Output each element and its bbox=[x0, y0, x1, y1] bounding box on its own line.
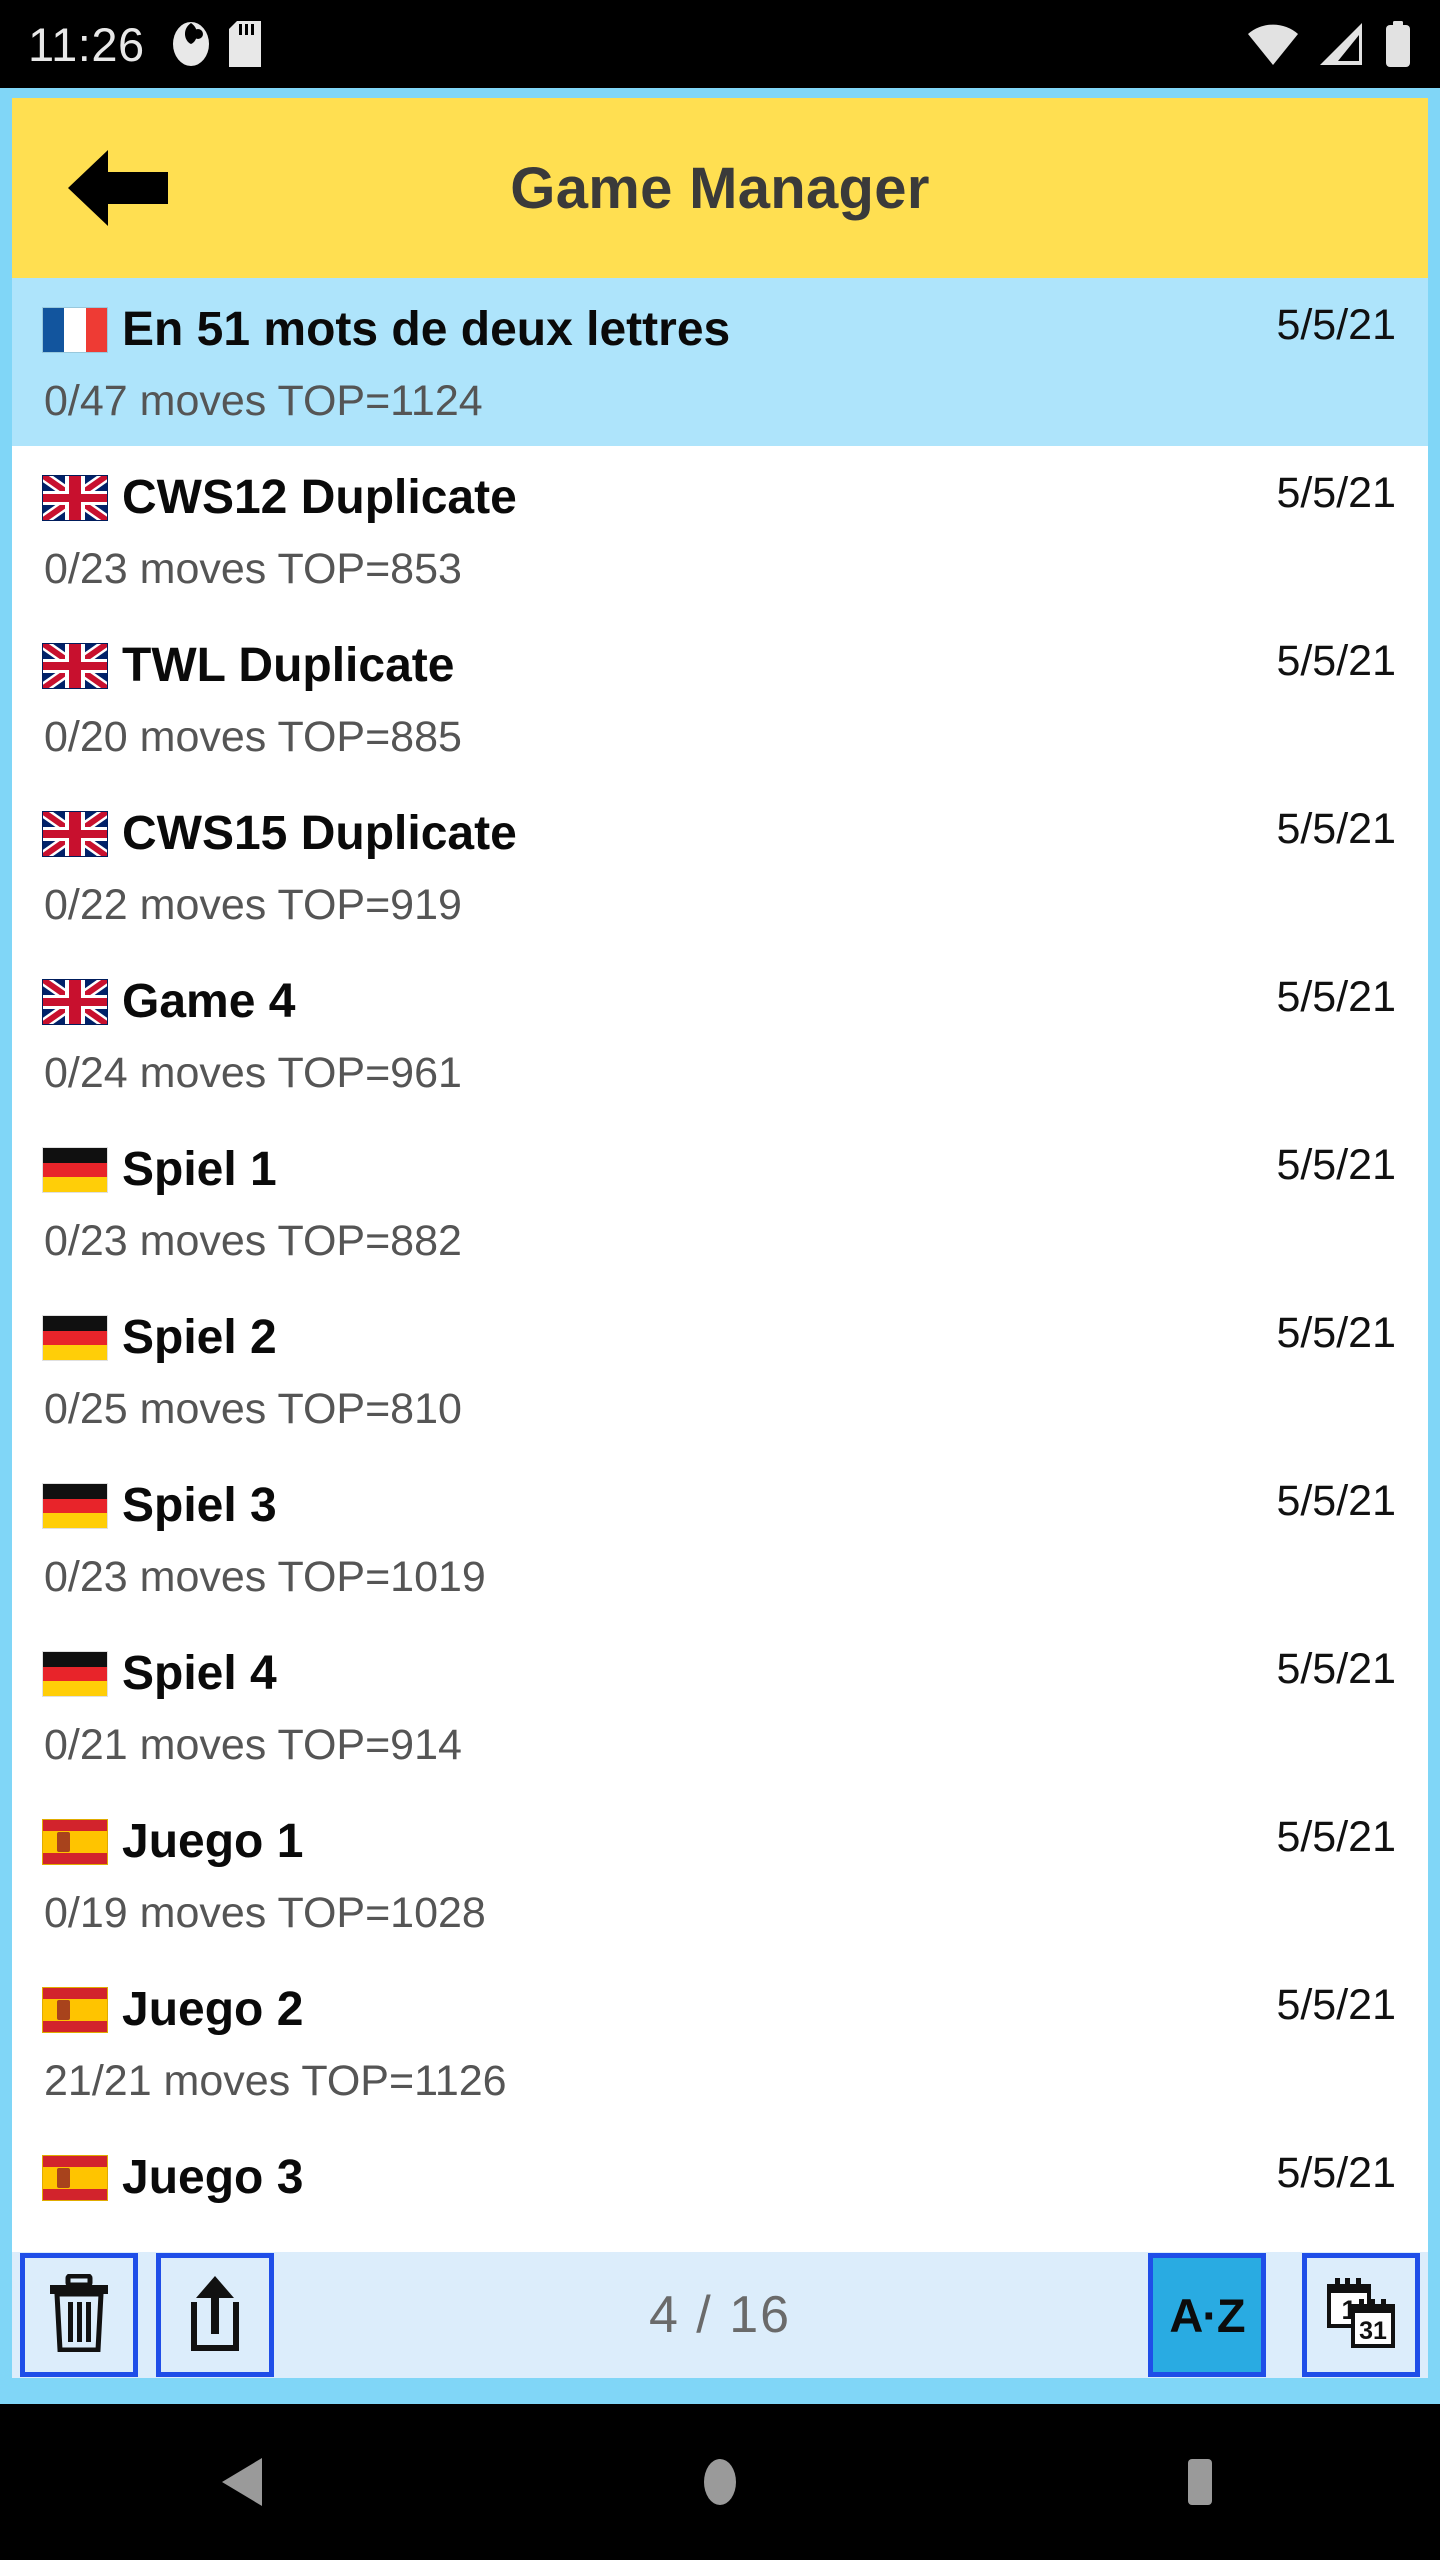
game-row-top: Spiel 3 bbox=[42, 1470, 1398, 1542]
share-button[interactable] bbox=[156, 2253, 274, 2377]
game-title: Game 4 bbox=[122, 975, 296, 1028]
nav-home-circle-icon[interactable] bbox=[696, 2456, 744, 2508]
flag-germany-icon bbox=[42, 1147, 108, 1193]
game-title: Spiel 3 bbox=[122, 1479, 277, 1532]
sort-alpha-button[interactable]: A·Z bbox=[1148, 2253, 1266, 2377]
game-row-top: Juego 2 bbox=[42, 1974, 1398, 2046]
flag-germany-icon bbox=[42, 1651, 108, 1697]
game-list-item[interactable]: En 51 mots de deux lettres 5/5/21 0/47 mov… bbox=[12, 278, 1428, 446]
game-list[interactable]: En 51 mots de deux lettres 5/5/21 0/47 mov… bbox=[12, 278, 1428, 2311]
game-list-item[interactable]: Game 4 5/5/21 0/24 moves TOP=961 bbox=[12, 950, 1428, 1118]
game-date: 5/5/21 bbox=[1276, 2149, 1396, 2197]
sd-card-icon bbox=[228, 21, 261, 67]
game-list-item[interactable]: Juego 2 5/5/21 21/21 moves TOP=1126 bbox=[12, 1958, 1428, 2126]
app-header: Game Manager bbox=[12, 98, 1428, 278]
game-title: Spiel 2 bbox=[122, 1311, 277, 1364]
game-subtitle: 0/23 moves TOP=1019 bbox=[44, 1553, 486, 1601]
game-date: 5/5/21 bbox=[1276, 469, 1396, 517]
game-subtitle: 0/20 moves TOP=885 bbox=[44, 713, 462, 761]
game-date: 5/5/21 bbox=[1276, 805, 1396, 853]
flag-uk-icon bbox=[42, 811, 108, 857]
flag-germany-icon bbox=[42, 1315, 108, 1361]
game-subtitle: 0/47 moves TOP=1124 bbox=[44, 377, 483, 425]
game-subtitle: 0/24 moves TOP=961 bbox=[44, 1049, 462, 1097]
game-list-item[interactable]: Spiel 1 5/5/21 0/23 moves TOP=882 bbox=[12, 1118, 1428, 1286]
game-date: 5/5/21 bbox=[1276, 1309, 1396, 1357]
flag-france-icon bbox=[42, 307, 108, 353]
calendar-icon: 1 31 bbox=[1325, 2276, 1397, 2355]
status-clock: 11:26 bbox=[28, 17, 145, 71]
android-nav-bar bbox=[0, 2404, 1440, 2560]
game-subtitle: 0/22 moves TOP=919 bbox=[44, 881, 462, 929]
game-date: 5/5/21 bbox=[1276, 1477, 1396, 1525]
status-bar: 11:26 bbox=[0, 0, 1440, 88]
app-frame: Game Manager En 51 mots de deux lettres 5… bbox=[0, 88, 1440, 2404]
game-date: 5/5/21 bbox=[1276, 1813, 1396, 1861]
flag-uk-icon bbox=[42, 979, 108, 1025]
share-icon bbox=[184, 2274, 246, 2357]
flag-spain-icon bbox=[42, 2155, 108, 2201]
game-row-top: Spiel 4 bbox=[42, 1638, 1398, 1710]
game-list-item[interactable]: Spiel 3 5/5/21 0/23 moves TOP=1019 bbox=[12, 1454, 1428, 1622]
game-row-top: CWS15 Duplicate bbox=[42, 798, 1398, 870]
page-title: Game Manager bbox=[510, 155, 930, 221]
trash-icon bbox=[48, 2273, 110, 2357]
app-notification-icon bbox=[171, 21, 211, 67]
battery-icon bbox=[1384, 21, 1412, 67]
game-title: Spiel 1 bbox=[122, 1143, 277, 1196]
flag-spain-icon bbox=[42, 1987, 108, 2033]
game-date: 5/5/21 bbox=[1276, 1981, 1396, 2029]
delete-button[interactable] bbox=[20, 2253, 138, 2377]
game-row-top: CWS12 Duplicate bbox=[42, 462, 1398, 534]
flag-uk-icon bbox=[42, 475, 108, 521]
wifi-icon bbox=[1248, 23, 1298, 65]
game-row-top: Juego 1 bbox=[42, 1806, 1398, 1878]
game-list-item[interactable]: Juego 1 5/5/21 0/19 moves TOP=1028 bbox=[12, 1790, 1428, 1958]
game-subtitle: 21/21 moves TOP=1126 bbox=[44, 2057, 507, 2105]
game-row-top: Game 4 bbox=[42, 966, 1398, 1038]
game-date: 5/5/21 bbox=[1276, 973, 1396, 1021]
flag-germany-icon bbox=[42, 1483, 108, 1529]
game-title: Juego 3 bbox=[122, 2151, 304, 2204]
svg-text:31: 31 bbox=[1359, 2317, 1387, 2345]
game-row-top: Spiel 1 bbox=[42, 1134, 1398, 1206]
game-row-top: TWL Duplicate bbox=[42, 630, 1398, 702]
game-subtitle: 0/23 moves TOP=882 bbox=[44, 1217, 462, 1265]
nav-recents-square-icon[interactable] bbox=[1176, 2456, 1224, 2508]
game-date: 5/5/21 bbox=[1276, 301, 1396, 349]
status-left-icons bbox=[171, 21, 261, 67]
game-list-item[interactable]: TWL Duplicate 5/5/21 0/20 moves TOP=885 bbox=[12, 614, 1428, 782]
game-title: CWS15 Duplicate bbox=[122, 807, 517, 860]
game-subtitle: 0/23 moves TOP=853 bbox=[44, 545, 462, 593]
game-row-top: Juego 3 bbox=[42, 2142, 1398, 2214]
game-title: Juego 2 bbox=[122, 1983, 304, 2036]
game-subtitle: 0/21 moves TOP=914 bbox=[44, 1721, 462, 1769]
bottom-toolbar: 4 / 16 A·Z 1 31 bbox=[12, 2252, 1428, 2378]
status-right-icons bbox=[1248, 21, 1412, 67]
game-list-item[interactable]: CWS12 Duplicate 5/5/21 0/23 moves TOP=853 bbox=[12, 446, 1428, 614]
cellular-signal-icon bbox=[1318, 23, 1364, 65]
flag-uk-icon bbox=[42, 643, 108, 689]
game-date: 5/5/21 bbox=[1276, 1141, 1396, 1189]
game-date: 5/5/21 bbox=[1276, 637, 1396, 685]
game-title: Spiel 4 bbox=[122, 1647, 277, 1700]
sort-date-button[interactable]: 1 31 bbox=[1302, 2253, 1420, 2377]
game-date: 5/5/21 bbox=[1276, 1645, 1396, 1693]
game-title: Juego 1 bbox=[122, 1815, 304, 1868]
nav-back-triangle-icon[interactable] bbox=[216, 2456, 264, 2508]
sort-alpha-label: A·Z bbox=[1169, 2288, 1245, 2342]
game-title: En 51 mots de deux lettres bbox=[122, 303, 731, 356]
page-counter: 4 / 16 bbox=[648, 2286, 792, 2344]
game-list-item[interactable]: Spiel 4 5/5/21 0/21 moves TOP=914 bbox=[12, 1622, 1428, 1790]
game-list-item[interactable]: Spiel 2 5/5/21 0/25 moves TOP=810 bbox=[12, 1286, 1428, 1454]
game-row-top: En 51 mots de deux lettres bbox=[42, 294, 1398, 366]
game-title: CWS12 Duplicate bbox=[122, 471, 517, 524]
game-list-item[interactable]: CWS15 Duplicate 5/5/21 0/22 moves TOP=919 bbox=[12, 782, 1428, 950]
game-subtitle: 0/19 moves TOP=1028 bbox=[44, 1889, 486, 1937]
game-row-top: Spiel 2 bbox=[42, 1302, 1398, 1374]
flag-spain-icon bbox=[42, 1819, 108, 1865]
game-subtitle: 0/25 moves TOP=810 bbox=[44, 1385, 462, 1433]
game-title: TWL Duplicate bbox=[122, 639, 455, 692]
